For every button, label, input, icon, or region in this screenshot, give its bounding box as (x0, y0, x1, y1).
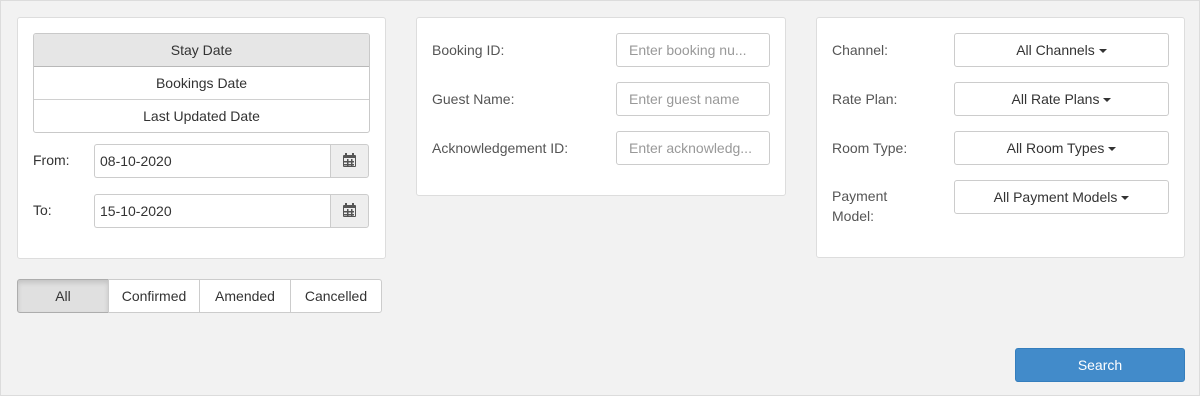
from-date-row: From: 08-10-2020 (33, 144, 370, 178)
rate-plan-dropdown[interactable]: All Rate Plans (954, 82, 1169, 116)
status-all-button[interactable]: All (17, 279, 109, 313)
date-type-last-updated-date[interactable]: Last Updated Date (34, 100, 369, 132)
status-cancelled-button[interactable]: Cancelled (290, 279, 382, 313)
room-type-dropdown[interactable]: All Room Types (954, 131, 1169, 165)
caret-down-icon (1121, 196, 1130, 201)
from-label: From: (33, 152, 70, 168)
channel-dropdown[interactable]: All Channels (954, 33, 1169, 67)
acknowledgement-id-input[interactable]: Enter acknowledg... (616, 131, 770, 165)
acknowledgement-id-label: Acknowledgement ID: (432, 140, 569, 156)
filter-area: Stay Date Bookings Date Last Updated Dat… (0, 0, 1200, 396)
payment-model-label: Payment Model: (832, 186, 887, 226)
caret-down-icon (1103, 98, 1112, 103)
caret-down-icon (1108, 147, 1117, 152)
date-type-selector: Stay Date Bookings Date Last Updated Dat… (33, 33, 370, 133)
rate-plan-label: Rate Plan: (832, 91, 898, 107)
payment-model-label-line1: Payment (832, 188, 888, 204)
search-button[interactable]: Search (1015, 348, 1185, 382)
dropdown-filters-panel: Channel: All Channels Rate Plan: All Rat… (816, 17, 1185, 258)
booking-id-label: Booking ID: (432, 42, 505, 58)
room-type-row: Room Type: All Room Types (832, 131, 1171, 165)
status-confirmed-button[interactable]: Confirmed (108, 279, 200, 313)
channel-dropdown-value: All Channels (1016, 42, 1095, 58)
payment-model-dropdown[interactable]: All Payment Models (954, 180, 1169, 214)
room-type-label: Room Type: (832, 140, 908, 156)
guest-name-label: Guest Name: (432, 91, 515, 107)
search-fields-panel: Booking ID: Enter booking nu... Guest Na… (416, 17, 786, 196)
to-label: To: (33, 202, 52, 218)
date-filter-panel: Stay Date Bookings Date Last Updated Dat… (17, 17, 386, 259)
from-date-input[interactable]: 08-10-2020 (94, 144, 331, 178)
from-calendar-button[interactable] (330, 144, 369, 178)
date-type-stay-date[interactable]: Stay Date (34, 34, 369, 67)
to-date-row: To: 15-10-2020 (33, 194, 370, 228)
rate-plan-row: Rate Plan: All Rate Plans (832, 82, 1171, 116)
to-date-input[interactable]: 15-10-2020 (94, 194, 331, 228)
date-type-bookings-date[interactable]: Bookings Date (34, 67, 369, 100)
payment-model-row: Payment Model: All Payment Models (832, 180, 1171, 230)
channel-row: Channel: All Channels (832, 33, 1171, 67)
status-amended-button[interactable]: Amended (199, 279, 291, 313)
booking-id-input[interactable]: Enter booking nu... (616, 33, 770, 67)
calendar-icon (343, 203, 356, 217)
acknowledgement-id-row: Acknowledgement ID: Enter acknowledg... (432, 131, 771, 165)
status-filter-group: All Confirmed Amended Cancelled (17, 279, 382, 313)
to-calendar-button[interactable] (330, 194, 369, 228)
booking-id-row: Booking ID: Enter booking nu... (432, 33, 771, 67)
guest-name-input[interactable]: Enter guest name (616, 82, 770, 116)
rate-plan-dropdown-value: All Rate Plans (1011, 91, 1100, 107)
payment-model-dropdown-value: All Payment Models (993, 189, 1118, 205)
guest-name-row: Guest Name: Enter guest name (432, 82, 771, 116)
room-type-dropdown-value: All Room Types (1006, 140, 1105, 156)
payment-model-label-line2: Model: (832, 208, 875, 224)
caret-down-icon (1098, 49, 1107, 54)
calendar-icon (343, 153, 356, 167)
channel-label: Channel: (832, 42, 889, 58)
